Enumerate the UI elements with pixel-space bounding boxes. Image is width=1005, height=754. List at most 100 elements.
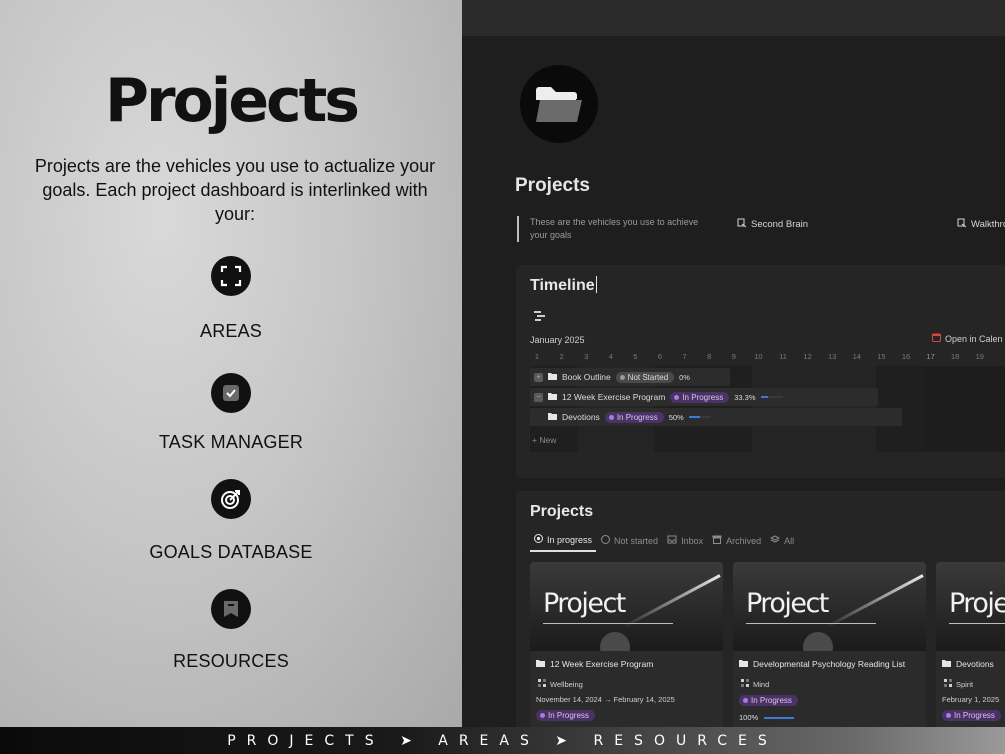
day-label: 18 — [951, 352, 960, 361]
page-link-icon — [737, 218, 747, 231]
project-area: Mind — [741, 679, 769, 689]
folder-icon — [942, 659, 951, 669]
row-name: Book Outline — [562, 372, 611, 382]
timeline-row[interactable]: + Book Outline Not Started 0% — [530, 368, 730, 386]
page-title: Projects — [515, 175, 590, 196]
day-label: 12 — [803, 352, 812, 361]
cover-strip — [462, 0, 1005, 36]
project-cover-image: Proje — [936, 562, 1005, 651]
project-name: Developmental Psychology Reading List — [739, 659, 905, 669]
status-badge: In Progress — [670, 391, 730, 403]
status-badge: In Progress — [536, 710, 595, 721]
callout: These are the vehicles you use to achiev… — [517, 216, 707, 242]
target-arrow-icon — [211, 479, 251, 519]
status-badge: In Progress — [942, 710, 1001, 721]
expand-icon[interactable]: + — [534, 372, 543, 382]
target-icon — [534, 534, 543, 545]
feature-label: GOALS DATABASE — [149, 542, 313, 562]
day-label: 13 — [828, 352, 837, 361]
project-dates: November 14, 2024 → February 14, 2025 — [536, 695, 675, 704]
inbox-icon — [667, 535, 677, 546]
feature-label: AREAS — [199, 321, 263, 341]
archive-icon — [712, 535, 722, 546]
day-label: 1 — [534, 352, 540, 361]
folder-icon — [548, 372, 557, 382]
timeline-row[interactable]: − 12 Week Exercise Program In Progress 3… — [530, 388, 878, 406]
folder-icon — [739, 659, 748, 669]
status-badge: In Progress — [739, 695, 798, 706]
status-badge: In Progress — [604, 411, 664, 423]
breadcrumb-banner: PROJECTS ➤ AREAS ➤ RESOURCES — [0, 727, 1005, 754]
day-label: 5 — [633, 352, 638, 361]
progress-label: 33.3% — [734, 392, 756, 402]
day-label: 9 — [731, 352, 736, 361]
feature-resources: RESOURCES — [0, 589, 462, 672]
row-name: 12 Week Exercise Program — [562, 392, 666, 402]
timeline-month: January 2025 — [530, 335, 585, 345]
feature-label: RESOURCES — [173, 651, 289, 671]
expand-frame-icon — [211, 256, 251, 296]
area-icon — [538, 679, 546, 689]
status-badge-wrap: In Progress — [739, 695, 798, 706]
timeline-row[interactable]: Devotions In Progress 50% — [530, 408, 902, 426]
project-area: Spirit — [944, 679, 973, 689]
timeline-days: 1 2 3 4 5 6 7 8 9 10 11 12 13 14 15 16 1… — [530, 352, 1005, 364]
timeline-view-icon[interactable] — [534, 308, 546, 326]
folder-icon — [548, 392, 557, 402]
progress-bar — [760, 396, 783, 398]
checkbox-icon — [211, 373, 251, 413]
calendar-icon — [932, 333, 941, 344]
open-calendar-button[interactable]: Open in Calen — [932, 333, 1003, 344]
folder-icon — [536, 659, 545, 669]
link-second-brain[interactable]: Second Brain — [737, 218, 808, 231]
new-row-button[interactable]: + New — [532, 435, 556, 445]
feature-areas: AREAS — [0, 256, 462, 342]
feature-goals-database: GOALS DATABASE — [0, 479, 462, 563]
progress-bar — [764, 716, 795, 719]
folder-icon[interactable] — [520, 65, 598, 143]
page-link-icon — [957, 218, 967, 231]
project-cover-image: Project — [530, 562, 723, 651]
area-icon — [944, 679, 952, 689]
day-label: 10 — [754, 352, 763, 361]
day-label: 2 — [559, 352, 564, 361]
project-cover-image: Project — [733, 562, 926, 651]
day-label: 6 — [657, 352, 663, 361]
day-label: 16 — [901, 352, 911, 361]
day-label: 7 — [682, 352, 687, 361]
project-dates: February 1, 2025 — [942, 695, 1000, 704]
promo-title: Projects — [104, 66, 360, 136]
project-name: Devotions — [942, 659, 994, 669]
progress-label: 50% — [668, 412, 684, 422]
tab-not-started[interactable]: Not started — [597, 534, 662, 552]
project-card[interactable]: Proje Devotions Spirit February 1, 2025 … — [936, 562, 1005, 727]
projects-title: Projects — [530, 503, 594, 520]
projects-gallery: Projects In progress Not started Inbox A… — [516, 491, 1005, 727]
row-name: Devotions — [562, 412, 600, 422]
app-panel: Projects These are the vehicles you use … — [462, 0, 1005, 727]
tab-inbox[interactable]: Inbox — [663, 534, 707, 552]
day-label: 14 — [852, 352, 861, 361]
collapse-icon[interactable]: − — [534, 392, 543, 402]
project-card[interactable]: Project Developmental Psychology Reading… — [733, 562, 926, 727]
link-walkthrough[interactable]: Walkthro — [957, 218, 1005, 231]
day-label: 19 — [975, 352, 984, 361]
day-label: 11 — [779, 352, 787, 361]
timeline-title[interactable]: Timeline — [530, 276, 597, 295]
progress-label: 0% — [679, 372, 690, 382]
tab-archived[interactable]: Archived — [708, 534, 765, 552]
project-progress: 100% — [739, 713, 795, 722]
timeline-view: Timeline January 2025 Open in Calen 1 2 … — [516, 265, 1005, 478]
project-card[interactable]: Project 12 Week Exercise Program Wellbei… — [530, 562, 723, 727]
progress-bar — [688, 416, 711, 418]
tab-all[interactable]: All — [766, 534, 798, 552]
circle-icon — [601, 535, 611, 546]
day-label: 17 — [926, 352, 935, 361]
promo-panel: Projects Projects are the vehicles you u… — [0, 0, 462, 727]
link-label: Second Brain — [751, 219, 809, 230]
area-icon — [741, 679, 749, 689]
day-label: 3 — [584, 352, 589, 361]
bookmark-icon — [211, 589, 251, 629]
day-label: 8 — [707, 352, 712, 361]
tab-in-progress[interactable]: In progress — [530, 534, 597, 552]
